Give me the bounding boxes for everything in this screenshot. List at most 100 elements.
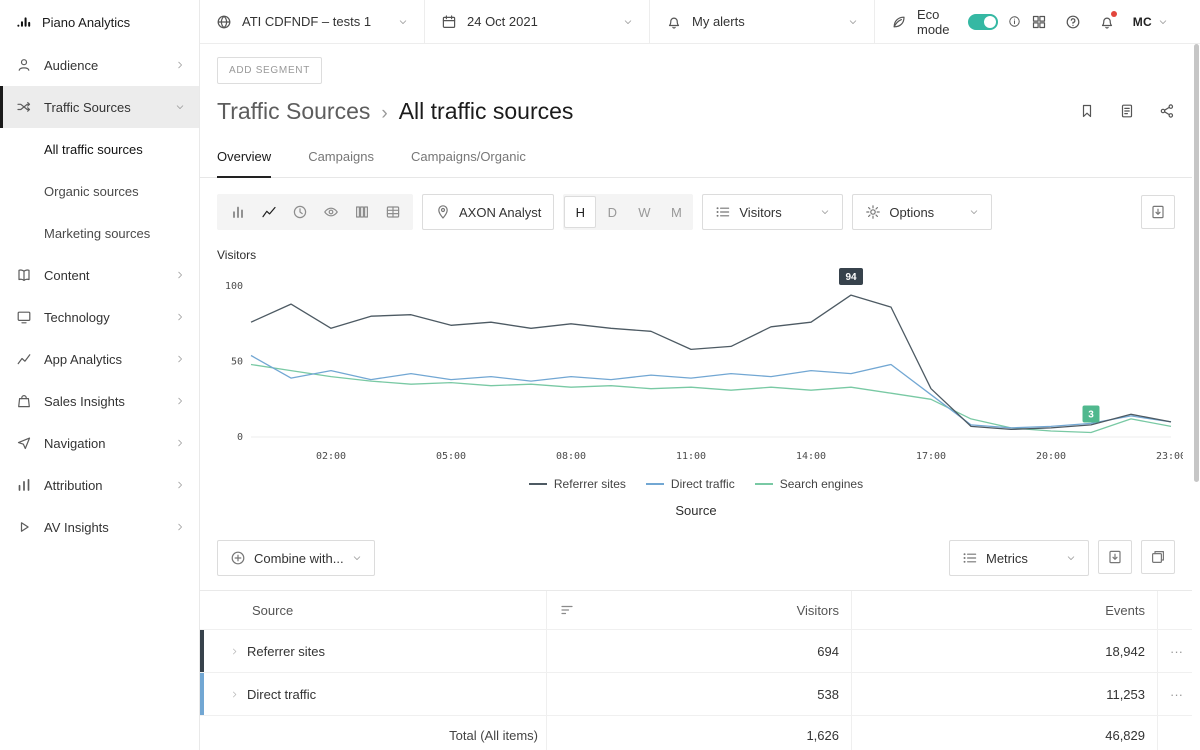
breadcrumb: Traffic Sources › All traffic sources xyxy=(217,98,573,125)
scrollbar[interactable] xyxy=(1193,44,1199,750)
sidebar-item-content[interactable]: Content xyxy=(0,254,199,296)
sidebar-item-av-insights[interactable]: AV Insights xyxy=(0,506,199,548)
report-icon[interactable] xyxy=(1119,103,1135,119)
table-icon xyxy=(385,204,401,220)
svg-text:14:00: 14:00 xyxy=(796,451,826,462)
export-table-button[interactable] xyxy=(1098,540,1132,574)
alerts-selector[interactable]: My alerts xyxy=(650,0,875,43)
sidebar-item-navigation[interactable]: Navigation xyxy=(0,422,199,464)
help-icon[interactable] xyxy=(1065,14,1081,30)
add-segment-button[interactable]: ADD SEGMENT xyxy=(217,57,322,84)
scrollbar-thumb[interactable] xyxy=(1194,44,1199,482)
sidebar-subitem-all-traffic-sources[interactable]: All traffic sources xyxy=(0,128,199,170)
sidebar-item-label: Audience xyxy=(44,58,98,73)
tab-campaigns[interactable]: Campaigns xyxy=(308,139,374,177)
export-chart-button[interactable] xyxy=(1141,195,1175,229)
granularity-h-button[interactable]: H xyxy=(564,196,596,228)
granularity-w-button[interactable]: W xyxy=(628,196,660,228)
chart-type-clock-button[interactable] xyxy=(284,197,315,227)
table-controls-right: Metrics xyxy=(949,540,1175,576)
eco-mode-label: Eco mode xyxy=(917,7,958,37)
legend-item-referrer-sites[interactable]: Referrer sites xyxy=(529,477,626,491)
sidebar-subitem-label: All traffic sources xyxy=(44,142,143,157)
chevron-right-icon[interactable] xyxy=(230,690,239,699)
row-visitors-cell: 694 xyxy=(547,630,852,672)
metric-dropdown[interactable]: Visitors xyxy=(702,194,843,230)
list-icon xyxy=(715,204,731,220)
sidebar-item-label: Content xyxy=(44,268,90,283)
granularity-m-button[interactable]: M xyxy=(660,196,692,228)
chart-type-bar-button[interactable] xyxy=(222,197,253,227)
sidebar-subitem-marketing-sources[interactable]: Marketing sources xyxy=(0,212,199,254)
alerts-label: My alerts xyxy=(692,14,745,29)
table-controls: Combine with... Metrics xyxy=(200,518,1192,590)
chevron-right-icon xyxy=(175,438,185,448)
row-source-cell[interactable]: Direct traffic xyxy=(200,673,547,715)
granularity-switcher: HDWM xyxy=(563,194,693,230)
site-selector[interactable]: ATI CDFNDF – tests 1 xyxy=(200,0,425,43)
tab-overview[interactable]: Overview xyxy=(217,139,271,178)
row-menu-button[interactable]: ··· xyxy=(1158,630,1192,672)
combine-with-button[interactable]: Combine with... xyxy=(217,540,375,576)
options-dropdown[interactable]: Options xyxy=(852,194,992,230)
breadcrumb-parent[interactable]: Traffic Sources xyxy=(217,98,370,125)
row-source-cell[interactable]: Referrer sites xyxy=(200,630,547,672)
column-header-source[interactable]: Source xyxy=(200,591,547,629)
chevron-down-icon xyxy=(1158,17,1168,27)
chevron-right-icon xyxy=(175,60,185,70)
metrics-dropdown[interactable]: Metrics xyxy=(949,540,1089,576)
tab-campaigns-organic[interactable]: Campaigns/Organic xyxy=(411,139,526,177)
total-label: Total (All items) xyxy=(449,728,538,743)
chevron-down-icon xyxy=(352,553,362,563)
chart-type-eye-button[interactable] xyxy=(315,197,346,227)
app-title: Piano Analytics xyxy=(42,15,130,30)
chart-section: Visitors 05010002:0005:0008:0011:0014:00… xyxy=(200,230,1192,518)
notifications-bell-icon[interactable] xyxy=(1099,14,1115,30)
date-picker[interactable]: 24 Oct 2021 xyxy=(425,0,650,43)
sidebar-item-technology[interactable]: Technology xyxy=(0,296,199,338)
main-content: ADD SEGMENT Traffic Sources › All traffi… xyxy=(200,44,1192,750)
sidebar-subitem-label: Organic sources xyxy=(44,184,139,199)
user-menu[interactable]: MC xyxy=(1133,15,1168,29)
export-icon xyxy=(1150,204,1166,220)
page-header: Traffic Sources › All traffic sources xyxy=(200,84,1192,125)
visitors-line-chart[interactable]: 05010002:0005:0008:0011:0014:0017:0020:0… xyxy=(217,266,1183,471)
sidebar-item-label: App Analytics xyxy=(44,352,122,367)
share-icon[interactable] xyxy=(1159,103,1175,119)
download-table-button[interactable] xyxy=(1141,540,1175,574)
svg-text:02:00: 02:00 xyxy=(316,451,346,462)
axon-analyst-button[interactable]: AXON Analyst xyxy=(422,194,554,230)
sidebar-item-audience[interactable]: Audience xyxy=(0,44,199,86)
legend-item-direct-traffic[interactable]: Direct traffic xyxy=(646,477,735,491)
eco-mode-toggle[interactable] xyxy=(968,14,998,30)
attribution-icon xyxy=(16,477,32,493)
app-logo[interactable]: Piano Analytics xyxy=(0,0,199,44)
table-row-direct-traffic[interactable]: Direct traffic53811,253··· xyxy=(200,673,1192,716)
plus-circle-icon xyxy=(230,550,246,566)
chart-type-table-button[interactable] xyxy=(377,197,408,227)
row-events-cell: 11,253 xyxy=(852,673,1158,715)
row-visitors-value: 694 xyxy=(817,644,839,659)
bookmark-icon[interactable] xyxy=(1079,103,1095,119)
row-menu-button[interactable]: ··· xyxy=(1158,673,1192,715)
row-accent-bar xyxy=(200,673,204,715)
sidebar-item-sales-insights[interactable]: Sales Insights xyxy=(0,380,199,422)
bar-chart-icon xyxy=(230,204,246,220)
chart-type-line-button[interactable] xyxy=(253,197,284,227)
sidebar-item-attribution[interactable]: Attribution xyxy=(0,464,199,506)
info-icon[interactable] xyxy=(1008,15,1021,28)
sidebar-item-app-analytics[interactable]: App Analytics xyxy=(0,338,199,380)
column-header-visitors[interactable]: Visitors xyxy=(547,591,852,629)
legend-item-search-engines[interactable]: Search engines xyxy=(755,477,863,491)
apps-grid-icon[interactable] xyxy=(1031,14,1047,30)
granularity-label: H xyxy=(576,205,585,220)
chart-type-columns-button[interactable] xyxy=(346,197,377,227)
navigation-icon xyxy=(16,435,32,451)
sidebar-subitem-organic-sources[interactable]: Organic sources xyxy=(0,170,199,212)
column-header-events[interactable]: Events xyxy=(852,591,1158,629)
granularity-d-button[interactable]: D xyxy=(596,196,628,228)
chevron-down-icon xyxy=(848,17,858,27)
sidebar-item-traffic-sources[interactable]: Traffic Sources xyxy=(0,86,199,128)
chevron-right-icon[interactable] xyxy=(230,647,239,656)
table-row-referrer-sites[interactable]: Referrer sites69418,942··· xyxy=(200,630,1192,673)
